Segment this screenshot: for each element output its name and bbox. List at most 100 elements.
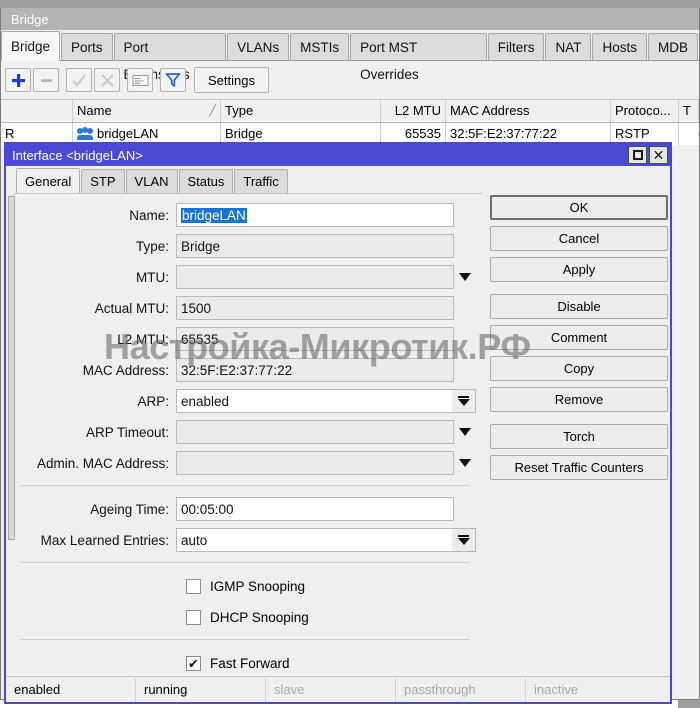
funnel-icon — [165, 73, 181, 87]
mac-address-value: 32:5F:E2:37:77:22 — [176, 358, 454, 382]
tab-label: Filters — [497, 40, 535, 55]
col-flags[interactable] — [1, 100, 73, 122]
col-l2mtu[interactable]: L2 MTU — [381, 100, 446, 122]
interface-dialog: Interface <bridgeLAN> ✕ General STP VLAN… — [4, 142, 672, 704]
cancel-button[interactable]: Cancel — [490, 226, 668, 251]
vertical-scrollbar[interactable] — [8, 196, 15, 540]
add-button[interactable] — [5, 68, 31, 92]
cross-icon — [100, 73, 114, 87]
checkbox-row-dhcp-snooping[interactable]: DHCP Snooping — [14, 605, 476, 629]
dialog-tab-label: General — [25, 174, 72, 189]
ageing-time-input[interactable]: 00:05:00 — [176, 497, 454, 521]
admin-mac-address-input[interactable] — [176, 451, 454, 475]
ok-button[interactable]: OK — [490, 195, 668, 220]
admin-mac-dropdown-button[interactable] — [454, 459, 476, 467]
tab-label: NAT — [555, 40, 582, 55]
comment-button[interactable]: Comment — [490, 325, 668, 350]
arp-input[interactable]: enabled — [176, 389, 452, 413]
tab-vlans[interactable]: VLANs — [227, 33, 290, 60]
window-titlebar: Bridge — [1, 8, 699, 30]
col-mac[interactable]: MAC Address — [446, 100, 611, 122]
tab-hosts[interactable]: Hosts — [592, 33, 647, 60]
window-tabbar[interactable]: Bridge Ports Port Extensions VLANs MSTIs… — [1, 30, 699, 82]
dhcp-snooping-checkbox[interactable] — [186, 609, 201, 625]
label-mac-address: MAC Address: — [82, 362, 169, 378]
arp-timeout-input[interactable] — [176, 420, 454, 444]
type-value: Bridge — [176, 234, 454, 258]
dialog-titlebar[interactable]: Interface <bridgeLAN> ✕ — [6, 144, 670, 166]
checkbox-row-fast-forward[interactable]: ✔ Fast Forward — [14, 651, 476, 675]
cell-name-label: bridgeLAN — [97, 126, 159, 141]
close-button[interactable]: ✕ — [649, 146, 668, 164]
field-row-arp-timeout: ARP Timeout: — [14, 420, 476, 444]
field-row-ageing-time: Ageing Time: 00:05:00 — [14, 497, 476, 521]
dropdown-bar-icon — [458, 396, 469, 398]
checkbox-row-igmp-snooping[interactable]: IGMP Snooping — [14, 574, 476, 598]
tab-filters[interactable]: Filters — [487, 33, 545, 60]
dialog-tab-label: VLAN — [134, 174, 169, 189]
max-learned-entries-input[interactable]: auto — [176, 528, 452, 552]
field-row-arp: ARP: enabled — [14, 389, 476, 413]
col-name[interactable]: Name ╱ — [73, 100, 221, 122]
name-input[interactable]: bridgeLAN — [176, 203, 454, 227]
col-tail[interactable]: T — [679, 100, 699, 122]
comment-button[interactable] — [127, 68, 153, 92]
dropdown-bar-icon — [458, 535, 469, 537]
tab-mstis[interactable]: MSTIs — [290, 33, 350, 60]
disable-button[interactable]: Disable — [490, 294, 668, 319]
apply-button[interactable]: Apply — [490, 257, 668, 282]
arp-dropdown-button[interactable] — [452, 389, 476, 413]
tab-ports[interactable]: Ports — [61, 33, 113, 60]
dialog-tab-traffic[interactable]: Traffic — [234, 169, 288, 193]
tab-label: MDB — [658, 40, 688, 55]
torch-button[interactable]: Torch — [490, 424, 668, 449]
dialog-tab-status[interactable]: Status — [178, 169, 234, 193]
label-admin-mac-address: Admin. MAC Address: — [36, 455, 169, 471]
remove-button[interactable]: Remove — [490, 387, 668, 412]
disable-button[interactable] — [94, 68, 120, 92]
dialog-tabbar[interactable]: General STP VLAN Status Traffic — [6, 166, 670, 194]
remove-button[interactable] — [33, 68, 59, 92]
dialog-tab-label: Traffic — [243, 174, 279, 189]
settings-label: Settings — [208, 72, 255, 88]
dialog-body: Name: bridgeLAN Type: Bridge MTU: Actual… — [6, 193, 670, 702]
igmp-snooping-label: IGMP Snooping — [210, 578, 306, 594]
copy-button[interactable]: Copy — [490, 356, 668, 381]
arp-timeout-dropdown-button[interactable] — [454, 428, 476, 436]
dialog-tab-stp[interactable]: STP — [81, 169, 125, 193]
label-mtu: MTU: — [136, 269, 169, 285]
filter-button[interactable] — [160, 68, 186, 92]
field-row-mtu: MTU: — [14, 265, 476, 289]
enable-button[interactable] — [66, 68, 92, 92]
tab-nat[interactable]: NAT — [545, 33, 592, 60]
name-input-value: bridgeLAN — [181, 207, 247, 223]
table-header: Name ╱ Type L2 MTU MAC Address Protoco..… — [1, 100, 699, 123]
col-protocol[interactable]: Protoco... — [611, 100, 679, 122]
divider — [20, 562, 470, 563]
settings-button[interactable]: Settings — [194, 67, 269, 93]
tab-bridge[interactable]: Bridge — [1, 31, 61, 61]
dialog-tab-vlan[interactable]: VLAN — [125, 169, 178, 193]
status-slave: slave — [266, 677, 396, 702]
tab-port-mst-overrides[interactable]: Port MST Overrides — [350, 33, 487, 82]
bridge-icon — [77, 127, 93, 140]
field-row-l2-mtu: L2 MTU: 65535 — [14, 327, 476, 351]
minus-icon — [40, 78, 52, 82]
mtu-input[interactable] — [176, 265, 454, 289]
fast-forward-checkbox[interactable]: ✔ — [186, 655, 201, 671]
status-enabled: enabled — [6, 677, 136, 702]
dialog-tab-label: STP — [90, 174, 116, 189]
mtu-dropdown-button[interactable] — [454, 273, 476, 281]
tab-label: Bridge — [11, 39, 51, 54]
chevron-down-icon — [459, 459, 471, 467]
dialog-tab-general[interactable]: General — [16, 168, 81, 194]
col-type[interactable]: Type — [221, 100, 381, 122]
status-inactive: inactive — [534, 682, 579, 697]
tab-port-extensions[interactable]: Port Extensions — [113, 33, 227, 82]
max-learned-entries-dropdown-button[interactable] — [452, 528, 476, 552]
igmp-snooping-checkbox[interactable] — [186, 578, 201, 594]
reset-traffic-counters-button[interactable]: Reset Traffic Counters — [490, 455, 668, 480]
maximize-button[interactable] — [628, 146, 647, 164]
field-row-actual-mtu: Actual MTU: 1500 — [14, 296, 476, 320]
tab-mdb[interactable]: MDB — [648, 33, 698, 60]
